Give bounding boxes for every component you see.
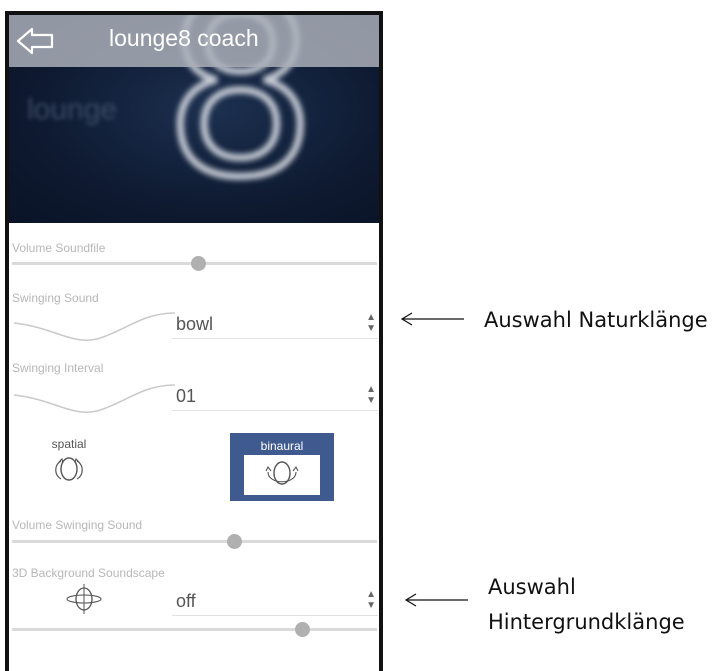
swinging-interval-value: 01 (176, 386, 197, 406)
swinging-sound-value: bowl (176, 314, 214, 334)
volume-swinging-slider-thumb[interactable] (227, 534, 242, 549)
spatial-head-icon (55, 457, 83, 481)
app-title: lounge8 coach (109, 25, 259, 51)
swinging-sound-label: Swinging Sound (12, 291, 99, 305)
spatial-mode-button[interactable]: spatial (39, 437, 99, 487)
binaural-icon-panel (244, 455, 320, 495)
spatial-mode-label: spatial (51, 437, 87, 451)
select-arrows-icon: ▲ ▼ (366, 589, 376, 611)
hero-brand-text: lounge (27, 93, 118, 126)
swinging-interval-label: Swinging Interval (12, 361, 104, 375)
back-arrow-icon[interactable] (15, 25, 57, 57)
binaural-head-icon (265, 461, 299, 485)
phone-screen: lounge 8 lounge8 coach Volume Soundfile … (5, 11, 383, 671)
select-arrows-icon: ▲ ▼ (366, 384, 376, 406)
volume-soundfile-slider-thumb[interactable] (191, 256, 206, 271)
swinging-interval-select[interactable]: 01 ▲ ▼ (172, 382, 378, 411)
volume-soundfile-label: Volume Soundfile (12, 241, 106, 255)
background-soundscape-label: 3D Background Soundscape (12, 566, 165, 580)
binaural-mode-button[interactable]: binaural (230, 433, 334, 501)
swinging-sound-curve-icon (13, 312, 176, 341)
annotation-arrow-icon (404, 593, 468, 607)
background-volume-slider-thumb[interactable] (295, 622, 310, 637)
annotation-hintergrund-line1: Auswahl (488, 575, 576, 599)
annotation-arrow-icon (400, 312, 464, 326)
volume-swinging-track[interactable] (12, 540, 377, 543)
3d-soundscape-icon (66, 584, 102, 614)
swinging-sound-select[interactable]: bowl ▲ ▼ (172, 310, 378, 339)
app-bar: lounge8 coach (9, 15, 379, 67)
volume-swinging-label: Volume Swinging Sound (12, 518, 143, 532)
background-soundscape-value: off (176, 591, 196, 611)
annotation-naturklaenge: Auswahl Naturklänge (484, 308, 708, 332)
background-volume-track[interactable] (12, 628, 377, 631)
swinging-interval-curve-icon (13, 384, 176, 413)
select-arrows-icon: ▲ ▼ (366, 312, 376, 334)
background-soundscape-select[interactable]: off ▲ ▼ (172, 587, 378, 616)
annotation-hintergrund-line2: Hintergrundklänge (488, 610, 685, 634)
binaural-mode-label: binaural (260, 439, 304, 453)
